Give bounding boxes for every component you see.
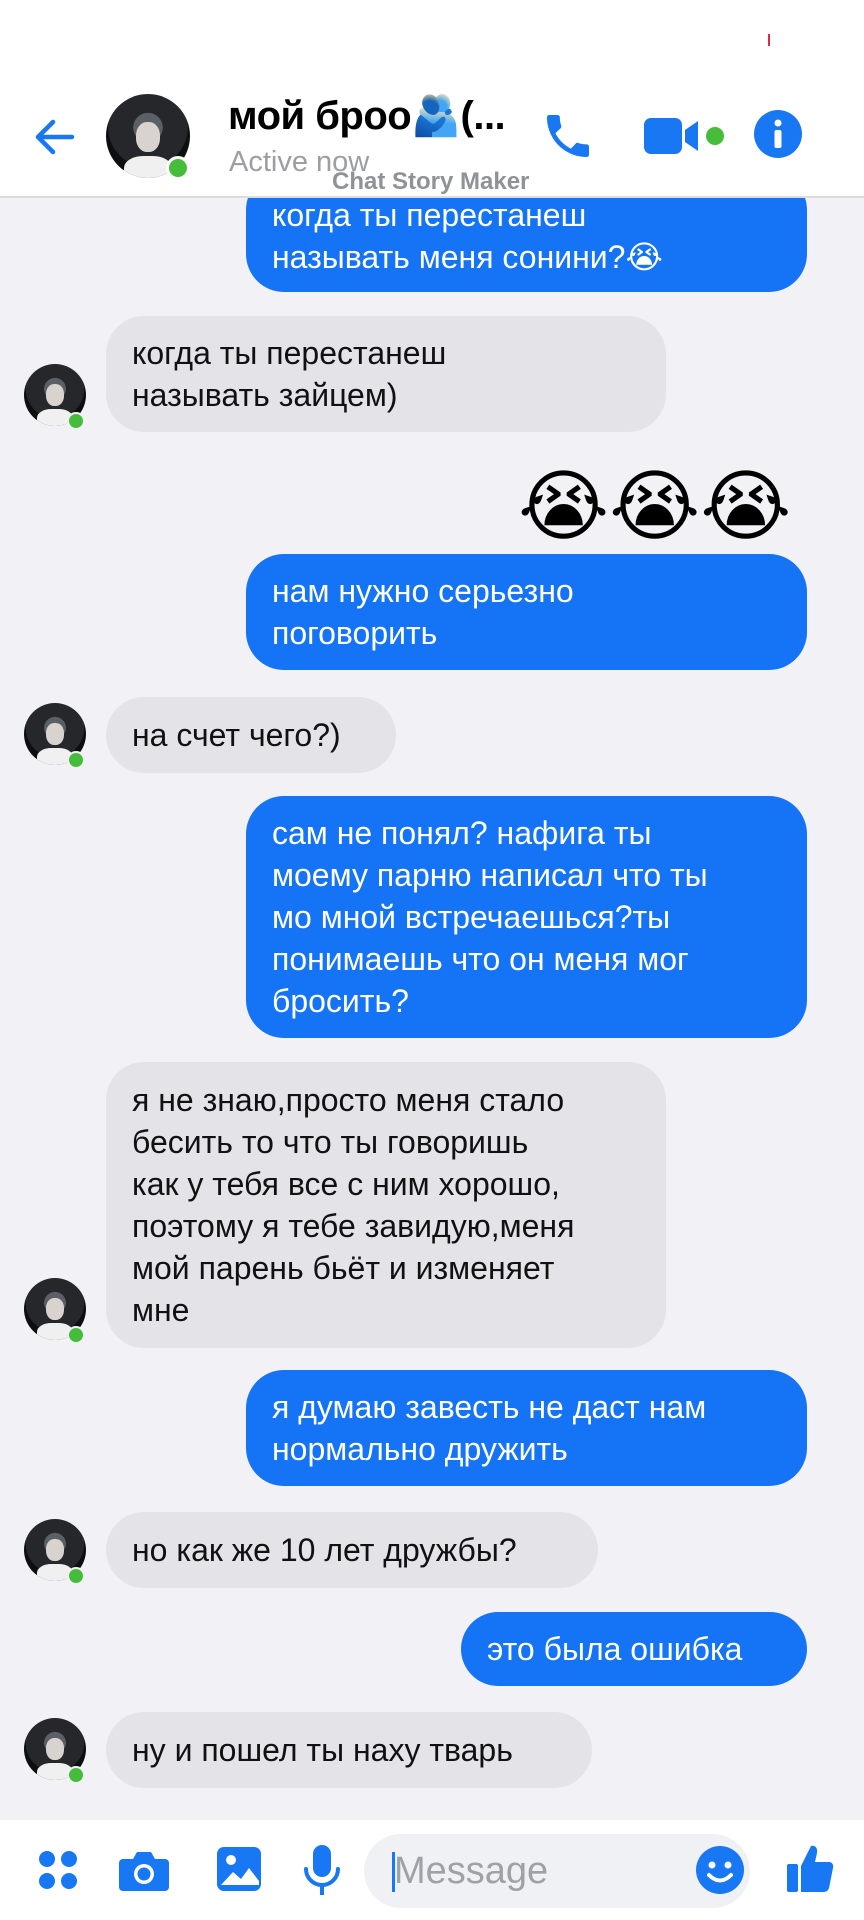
online-indicator — [67, 1326, 85, 1344]
watermark: Chat Story Maker — [332, 168, 530, 195]
info-icon — [774, 119, 782, 148]
message-bubble-incoming[interactable]: но как же 10 лет дружбы? — [106, 1512, 598, 1588]
message-bubble-incoming[interactable]: ну и пошел ты наху тварь — [106, 1712, 592, 1788]
online-indicator — [67, 751, 85, 769]
voice-button[interactable] — [300, 1842, 344, 1898]
contact-name[interactable]: мой броо🫂(... — [228, 92, 506, 139]
video-call-button[interactable] — [642, 114, 704, 158]
message-bubble-outgoing[interactable]: это была ошибка — [461, 1612, 807, 1686]
online-indicator — [67, 412, 85, 430]
online-indicator — [166, 156, 190, 180]
online-indicator — [67, 1766, 85, 1784]
camera-icon — [119, 1852, 169, 1891]
message-text: но как же 10 лет дружбы? — [132, 1532, 517, 1568]
like-icon — [787, 1845, 834, 1892]
message-text: нам нужно серьезно поговорить — [272, 573, 574, 651]
video-online-indicator — [706, 127, 724, 145]
message-input[interactable]: Message — [364, 1834, 750, 1908]
message-placeholder: Message — [394, 1850, 549, 1892]
chat-header: мой броо🫂(... Active now Chat Story Make… — [0, 80, 864, 198]
apps-icon — [39, 1851, 77, 1889]
message-text: я не знаю,просто меня стало бесить то чт… — [132, 1082, 575, 1328]
emoji-button[interactable] — [694, 1844, 746, 1896]
video-camera-icon — [644, 118, 698, 154]
message-text: на счет чего?) — [132, 717, 341, 753]
message-text: когда ты перестанеш называть зайцем) — [132, 335, 447, 413]
message-bubble-incoming[interactable]: на счет чего?) — [106, 697, 396, 773]
camera-button[interactable] — [116, 1846, 172, 1894]
message-text: ну и пошел ты наху тварь — [132, 1732, 513, 1768]
message-bubble-incoming[interactable]: когда ты перестанеш называть зайцем) — [106, 316, 666, 432]
microphone-icon — [304, 1845, 340, 1895]
status-indicator — [768, 34, 770, 46]
message-text: я думаю завесть не даст нам нормально др… — [272, 1389, 707, 1467]
online-indicator — [67, 1567, 85, 1585]
message-bubble-outgoing[interactable]: когда ты перестанеш называть меня сонини… — [246, 198, 807, 292]
audio-call-button[interactable] — [540, 108, 596, 164]
message-text: когда ты перестанеш называть меня сонини… — [272, 198, 663, 275]
phone-icon — [547, 115, 589, 157]
message-bubble-outgoing[interactable]: сам не понял? нафига ты моему парню напи… — [246, 796, 807, 1038]
back-button[interactable] — [28, 110, 82, 164]
message-text: сам не понял? нафига ты моему парню напи… — [272, 815, 708, 1019]
message-composer: Message — [0, 1820, 864, 1920]
emoji-message[interactable]: 😭😭😭 — [518, 462, 791, 552]
arrow-left-icon — [35, 119, 75, 155]
message-text: это была ошибка — [487, 1631, 743, 1667]
emoji-icon — [696, 1846, 744, 1894]
info-button[interactable] — [754, 110, 802, 158]
message-bubble-incoming[interactable]: я не знаю,просто меня стало бесить то чт… — [106, 1062, 666, 1348]
like-button[interactable] — [784, 1840, 836, 1896]
status-bar — [0, 0, 864, 80]
message-list[interactable]: когда ты перестанеш называть меня сонини… — [0, 198, 864, 1820]
message-bubble-outgoing[interactable]: нам нужно серьезно поговорить — [246, 554, 807, 670]
image-icon — [217, 1847, 261, 1891]
message-bubble-outgoing[interactable]: я думаю завесть не даст нам нормально др… — [246, 1370, 807, 1486]
gallery-button[interactable] — [214, 1844, 264, 1894]
apps-button[interactable] — [34, 1846, 82, 1894]
